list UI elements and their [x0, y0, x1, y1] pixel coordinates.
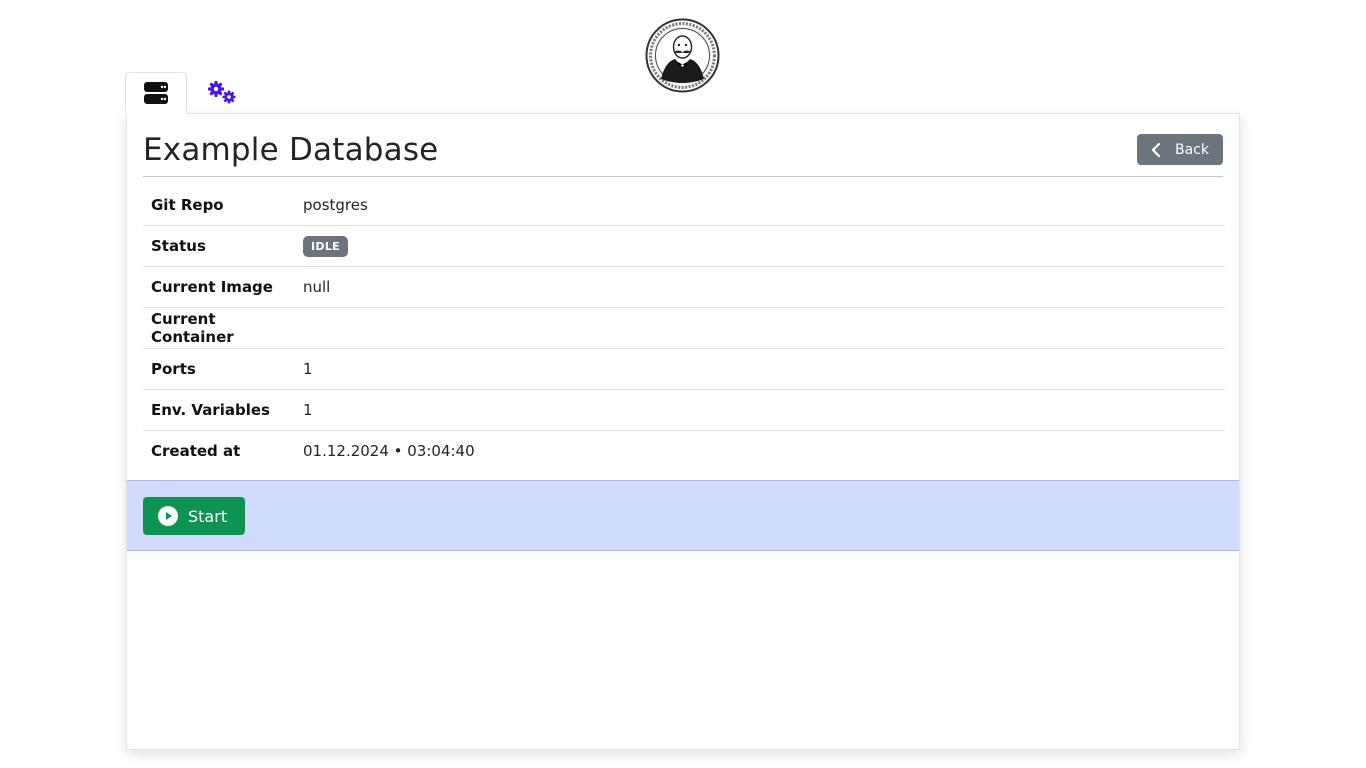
row-label: Env. Variables — [151, 401, 270, 419]
start-button-label: Start — [188, 506, 228, 526]
page-title: Example Database — [143, 132, 439, 168]
tab-bar — [125, 72, 325, 114]
gentleman-portrait-logo-icon — [645, 18, 720, 93]
card-header: Example Database Back — [143, 128, 1223, 177]
status-badge: IDLE — [303, 235, 348, 257]
table-row: Env. Variables 1 — [143, 390, 1225, 431]
table-row: Current Container — [143, 308, 1225, 349]
action-bar: Start — [127, 480, 1239, 551]
row-value: 1 — [303, 401, 313, 419]
row-value: postgres — [303, 196, 368, 214]
gears-icon — [208, 81, 236, 104]
row-value — [295, 308, 1225, 349]
database-detail-card: Example Database Back Git Repo postgres … — [126, 113, 1240, 750]
details-table: Git Repo postgres Status IDLE Current Im… — [143, 185, 1225, 471]
tab-databases[interactable] — [125, 72, 187, 114]
start-button[interactable]: Start — [143, 497, 245, 535]
table-row: Current Image null — [143, 267, 1225, 308]
back-button[interactable]: Back — [1137, 134, 1223, 165]
play-circle-icon — [158, 506, 178, 526]
tab-settings[interactable] — [197, 72, 247, 114]
table-row: Created at 01.12.2024 • 03:04:40 — [143, 431, 1225, 472]
row-label: Current Image — [151, 278, 273, 296]
back-button-label: Back — [1175, 141, 1209, 158]
server-icon — [144, 82, 168, 104]
row-value: null — [303, 278, 331, 296]
row-label: Created at — [151, 442, 241, 460]
row-label: Current Container — [151, 310, 234, 346]
row-label: Ports — [151, 360, 196, 378]
app-logo — [645, 17, 720, 94]
table-row: Status IDLE — [143, 226, 1225, 267]
chevron-left-icon — [1151, 142, 1161, 157]
table-row: Ports 1 — [143, 349, 1225, 390]
row-label: Git Repo — [151, 196, 224, 214]
row-value: 01.12.2024 • 03:04:40 — [303, 442, 475, 460]
row-label: Status — [151, 237, 206, 255]
row-value: 1 — [303, 360, 313, 378]
table-row: Git Repo postgres — [143, 185, 1225, 226]
